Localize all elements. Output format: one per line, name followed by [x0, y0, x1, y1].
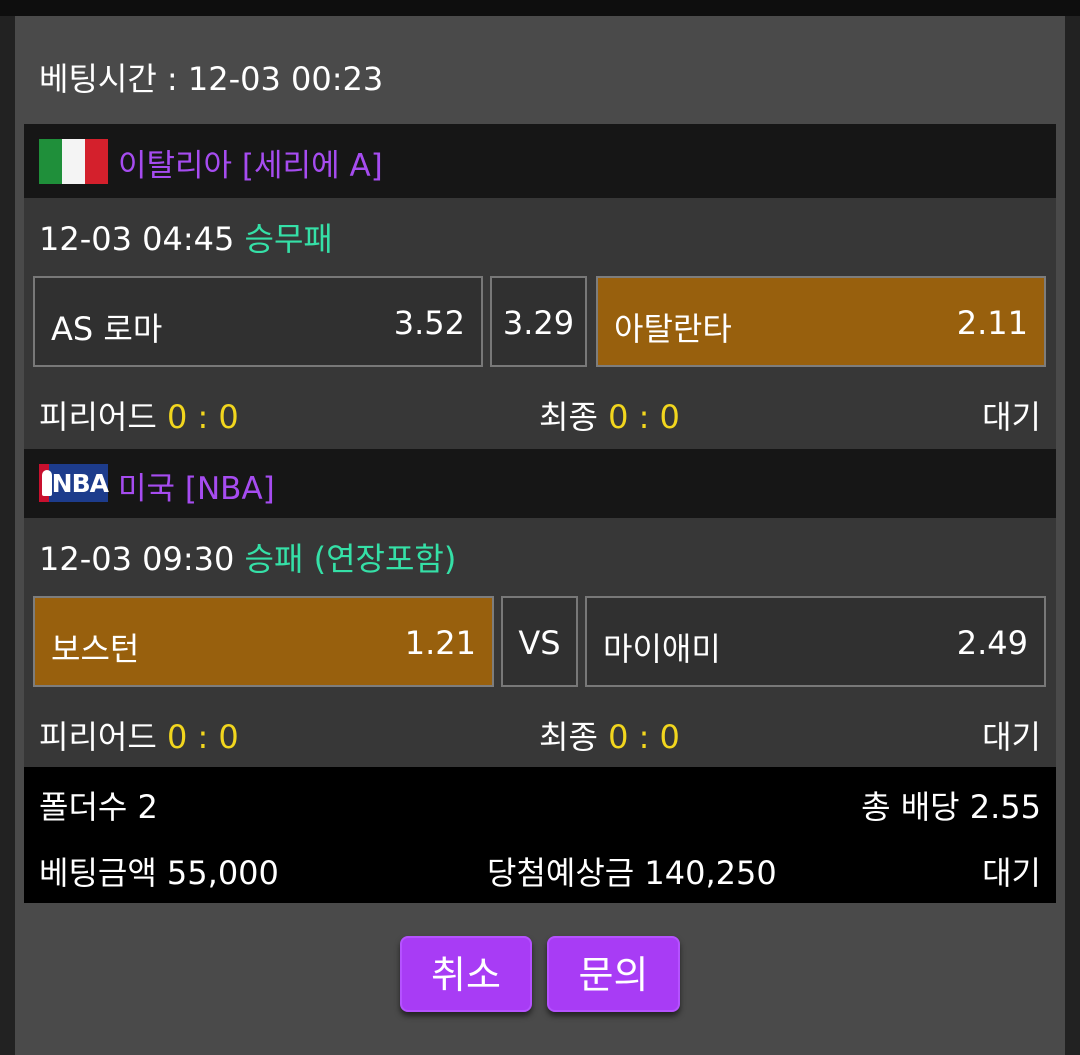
draw-odds-button[interactable]: 3.29: [490, 276, 587, 367]
final-score: 최종 0 : 0: [539, 712, 680, 758]
away-odds-button[interactable]: 아탈란타 2.11: [596, 276, 1046, 367]
final-score-value: 0 : 0: [608, 398, 680, 436]
period-score: 피리어드 0 : 0: [39, 392, 239, 438]
period-label: 피리어드: [39, 718, 157, 756]
period-score-value: 0 : 0: [166, 718, 239, 756]
away-team: 마이애미: [603, 630, 721, 668]
away-team: 아탈란타: [614, 310, 732, 348]
league-name: 미국 [NBA]: [118, 471, 275, 507]
bet-slip-card: 베팅시간 : 12-03 00:23 이탈리아 [세리에 A] 12-03 04…: [15, 16, 1065, 1055]
inquiry-button[interactable]: 문의: [547, 936, 680, 1012]
final-score-value: 0 : 0: [608, 718, 680, 756]
vs-label: VS: [501, 596, 578, 687]
away-odds: 2.49: [956, 624, 1028, 662]
home-team: 보스턴: [51, 630, 140, 668]
game-time: 12-03 04:45 승무패: [39, 214, 333, 260]
period-score-value: 0 : 0: [166, 398, 239, 436]
game-status: 대기: [982, 718, 1041, 756]
folder-count: 폴더수 2: [39, 788, 158, 826]
bet-summary: 폴더수 2 총 배당 2.55 베팅금액 55,000 당첨예상금 140,25…: [24, 767, 1056, 903]
home-odds: 3.52: [393, 304, 465, 342]
draw-odds: 3.29: [502, 304, 575, 342]
expected-winnings: 당첨예상금 140,250: [487, 854, 777, 892]
score-row: 피리어드 0 : 0 최종 0 : 0 대기: [39, 712, 1041, 756]
cancel-button[interactable]: 취소: [400, 936, 532, 1012]
italy-flag-icon: [39, 139, 108, 184]
game-row: 12-03 09:30 승패 (연장포함) 보스턴 1.21 VS 마이애미 2…: [24, 518, 1056, 767]
away-odds-button[interactable]: 마이애미 2.49: [585, 596, 1046, 687]
bet-amount: 베팅금액 55,000: [39, 854, 279, 892]
bet-type: 승무패: [244, 220, 333, 258]
final-score: 최종 0 : 0: [539, 392, 680, 438]
final-label: 최종: [539, 718, 598, 756]
game-row: 12-03 04:45 승무패 AS 로마 3.52 3.29 아탈란타 2.1…: [24, 198, 1056, 449]
league-name: 이탈리아 [세리에 A]: [118, 148, 383, 184]
home-team: AS 로마: [51, 310, 163, 348]
home-odds: 1.21: [404, 624, 476, 662]
game-datetime: 12-03 04:45: [39, 220, 235, 258]
game-time: 12-03 09:30 승패 (연장포함): [39, 534, 456, 580]
top-bar: [0, 0, 1080, 16]
vs-text: VS: [518, 624, 561, 662]
final-label: 최종: [539, 398, 598, 436]
game-status: 대기: [982, 398, 1041, 436]
period-score: 피리어드 0 : 0: [39, 712, 239, 758]
game-datetime: 12-03 09:30: [39, 540, 235, 578]
home-odds-button[interactable]: 보스턴 1.21: [33, 596, 494, 687]
bet-type: 승패 (연장포함): [244, 540, 457, 578]
league-header: NBA 미국 [NBA]: [24, 449, 1056, 518]
home-odds-button[interactable]: AS 로마 3.52: [33, 276, 483, 367]
total-odds: 총 배당 2.55: [861, 788, 1041, 826]
score-row: 피리어드 0 : 0 최종 0 : 0 대기: [39, 392, 1041, 436]
nba-logo-icon: NBA: [39, 464, 109, 502]
bet-status: 대기: [982, 854, 1041, 892]
period-label: 피리어드: [39, 398, 157, 436]
bet-time: 베팅시간 : 12-03 00:23: [39, 60, 384, 98]
league-header: 이탈리아 [세리에 A]: [24, 124, 1056, 198]
away-odds: 2.11: [956, 304, 1028, 342]
